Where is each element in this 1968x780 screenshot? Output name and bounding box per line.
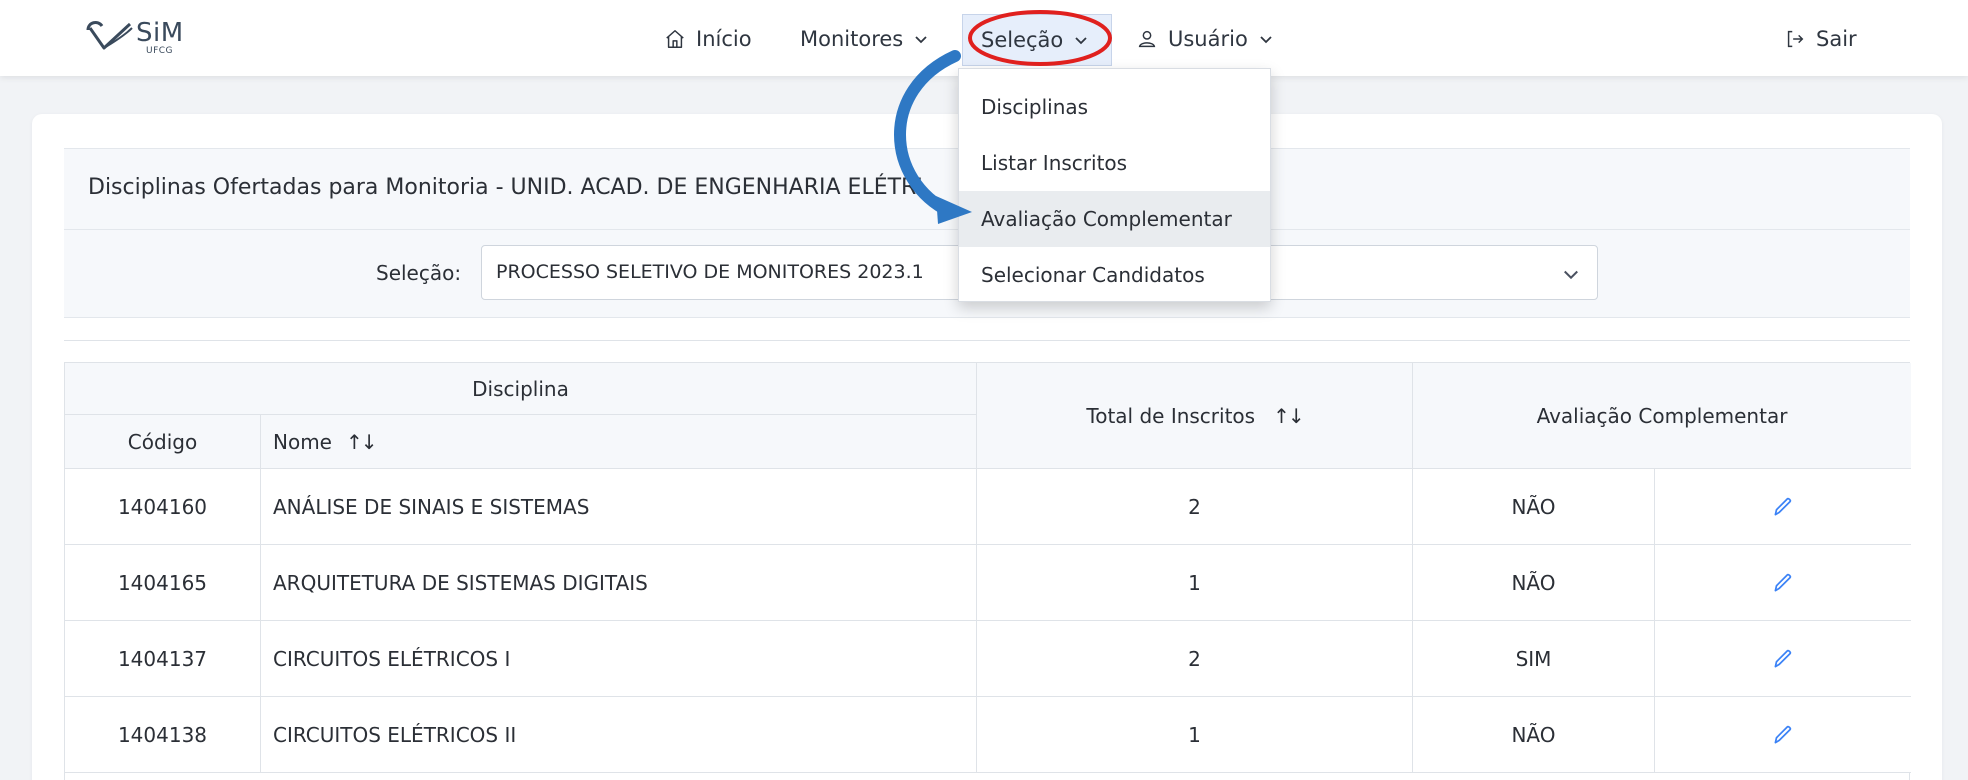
pencil-icon	[1774, 725, 1792, 744]
nav-inicio-label: Início	[696, 27, 752, 51]
header-total-label: Total de Inscritos	[1086, 403, 1256, 428]
selection-label: Seleção:	[376, 261, 462, 285]
edit-button[interactable]	[1655, 697, 1911, 773]
table-row: 1404165 ARQUITETURA DE SISTEMAS DIGITAIS 1…	[65, 545, 1911, 621]
chevron-down-icon	[915, 36, 927, 44]
chevron-down-icon	[1260, 36, 1272, 44]
cell-total-inscritos: 1	[977, 545, 1413, 621]
header-avaliacao-label: Avaliação Complementar	[1536, 403, 1788, 428]
header-nome-label: Nome	[273, 429, 332, 454]
selection-value: PROCESSO SELETIVO DE MONITORES 2023.1	[496, 261, 924, 283]
header-avaliacao: Avaliação Complementar	[1413, 363, 1911, 469]
cell-total-inscritos: 1	[977, 697, 1413, 773]
sim-logo[interactable]: SiM UFCG	[86, 16, 196, 60]
cell-nome: CIRCUITOS ELÉTRICOS I	[261, 621, 977, 697]
page-title: Disciplinas Ofertadas para Monitoria - U…	[88, 175, 923, 200]
nav-sair[interactable]: Sair	[1784, 22, 1857, 56]
nav-selecao-label: Seleção	[981, 28, 1064, 52]
edit-button[interactable]	[1655, 621, 1911, 697]
user-icon	[1138, 30, 1156, 48]
menu-item-avaliacao-complementar[interactable]: Avaliação Complementar	[959, 191, 1270, 247]
header-codigo-label: Código	[127, 429, 198, 454]
logo-subtext: UFCG	[146, 46, 174, 56]
table-row: 1404160 ANÁLISE DE SINAIS E SISTEMAS 2 NÃO	[65, 469, 1911, 545]
pencil-icon	[1774, 649, 1792, 668]
logout-icon	[1787, 30, 1804, 48]
table-row: 1404137 CIRCUITOS ELÉTRICOS I 2 SIM	[65, 621, 1911, 697]
header-disciplina-group: Disciplina	[65, 363, 977, 415]
top-navbar: SiM UFCG Início Monitores Seleção Usuári…	[0, 0, 1968, 76]
nav-monitores[interactable]: Monitores	[800, 22, 929, 56]
sort-icon[interactable]: ↑↓	[1273, 404, 1304, 428]
cell-codigo: 1404137	[65, 621, 261, 697]
home-icon	[666, 30, 684, 48]
sort-icon[interactable]: ↑↓	[346, 430, 377, 454]
menu-item-listar-inscritos[interactable]: Listar Inscritos	[959, 135, 1270, 191]
chevron-down-icon	[1075, 37, 1087, 45]
edit-button[interactable]	[1655, 545, 1911, 621]
selecao-dropdown-menu: Disciplinas Listar Inscritos Avaliação C…	[958, 68, 1271, 302]
cell-avaliacao: SIM	[1413, 621, 1655, 697]
nav-usuario[interactable]: Usuário	[1136, 22, 1274, 56]
menu-item-disciplinas[interactable]: Disciplinas	[959, 79, 1270, 135]
cell-codigo: 1404160	[65, 469, 261, 545]
cell-total-inscritos: 2	[977, 621, 1413, 697]
chevron-down-icon	[1564, 270, 1578, 280]
header-total-inscritos[interactable]: Total de Inscritos ↑↓	[977, 363, 1413, 469]
cell-codigo: 1404138	[65, 697, 261, 773]
header-nome[interactable]: Nome ↑↓	[261, 415, 977, 469]
logo-heart-icon	[86, 21, 133, 50]
divider	[64, 340, 1910, 341]
pencil-icon	[1774, 497, 1792, 516]
nav-usuario-label: Usuário	[1168, 27, 1248, 51]
header-disciplina-label: Disciplina	[472, 376, 569, 401]
cell-nome: CIRCUITOS ELÉTRICOS II	[261, 697, 977, 773]
disciplinas-table: Disciplina Código Nome ↑↓ Total de Inscr…	[64, 362, 1911, 780]
logo-text: SiM	[136, 18, 184, 48]
edit-button[interactable]	[1655, 469, 1911, 545]
header-codigo: Código	[65, 415, 261, 469]
cell-codigo: 1404165	[65, 545, 261, 621]
nav-selecao[interactable]: Seleção	[962, 14, 1112, 66]
menu-item-selecionar-candidatos[interactable]: Selecionar Candidatos	[959, 247, 1270, 303]
nav-inicio[interactable]: Início	[664, 22, 752, 56]
cell-avaliacao: NÃO	[1413, 545, 1655, 621]
cell-nome: ANÁLISE DE SINAIS E SISTEMAS	[261, 469, 977, 545]
cell-avaliacao: NÃO	[1413, 697, 1655, 773]
cell-total-inscritos: 2	[977, 469, 1413, 545]
pencil-icon	[1774, 573, 1792, 592]
nav-monitores-label: Monitores	[800, 27, 904, 51]
cell-avaliacao: NÃO	[1413, 469, 1655, 545]
cell-nome: ARQUITETURA DE SISTEMAS DIGITAIS	[261, 545, 977, 621]
nav-sair-label: Sair	[1816, 27, 1857, 51]
table-row: 1404138 CIRCUITOS ELÉTRICOS II 1 NÃO	[65, 697, 1911, 773]
